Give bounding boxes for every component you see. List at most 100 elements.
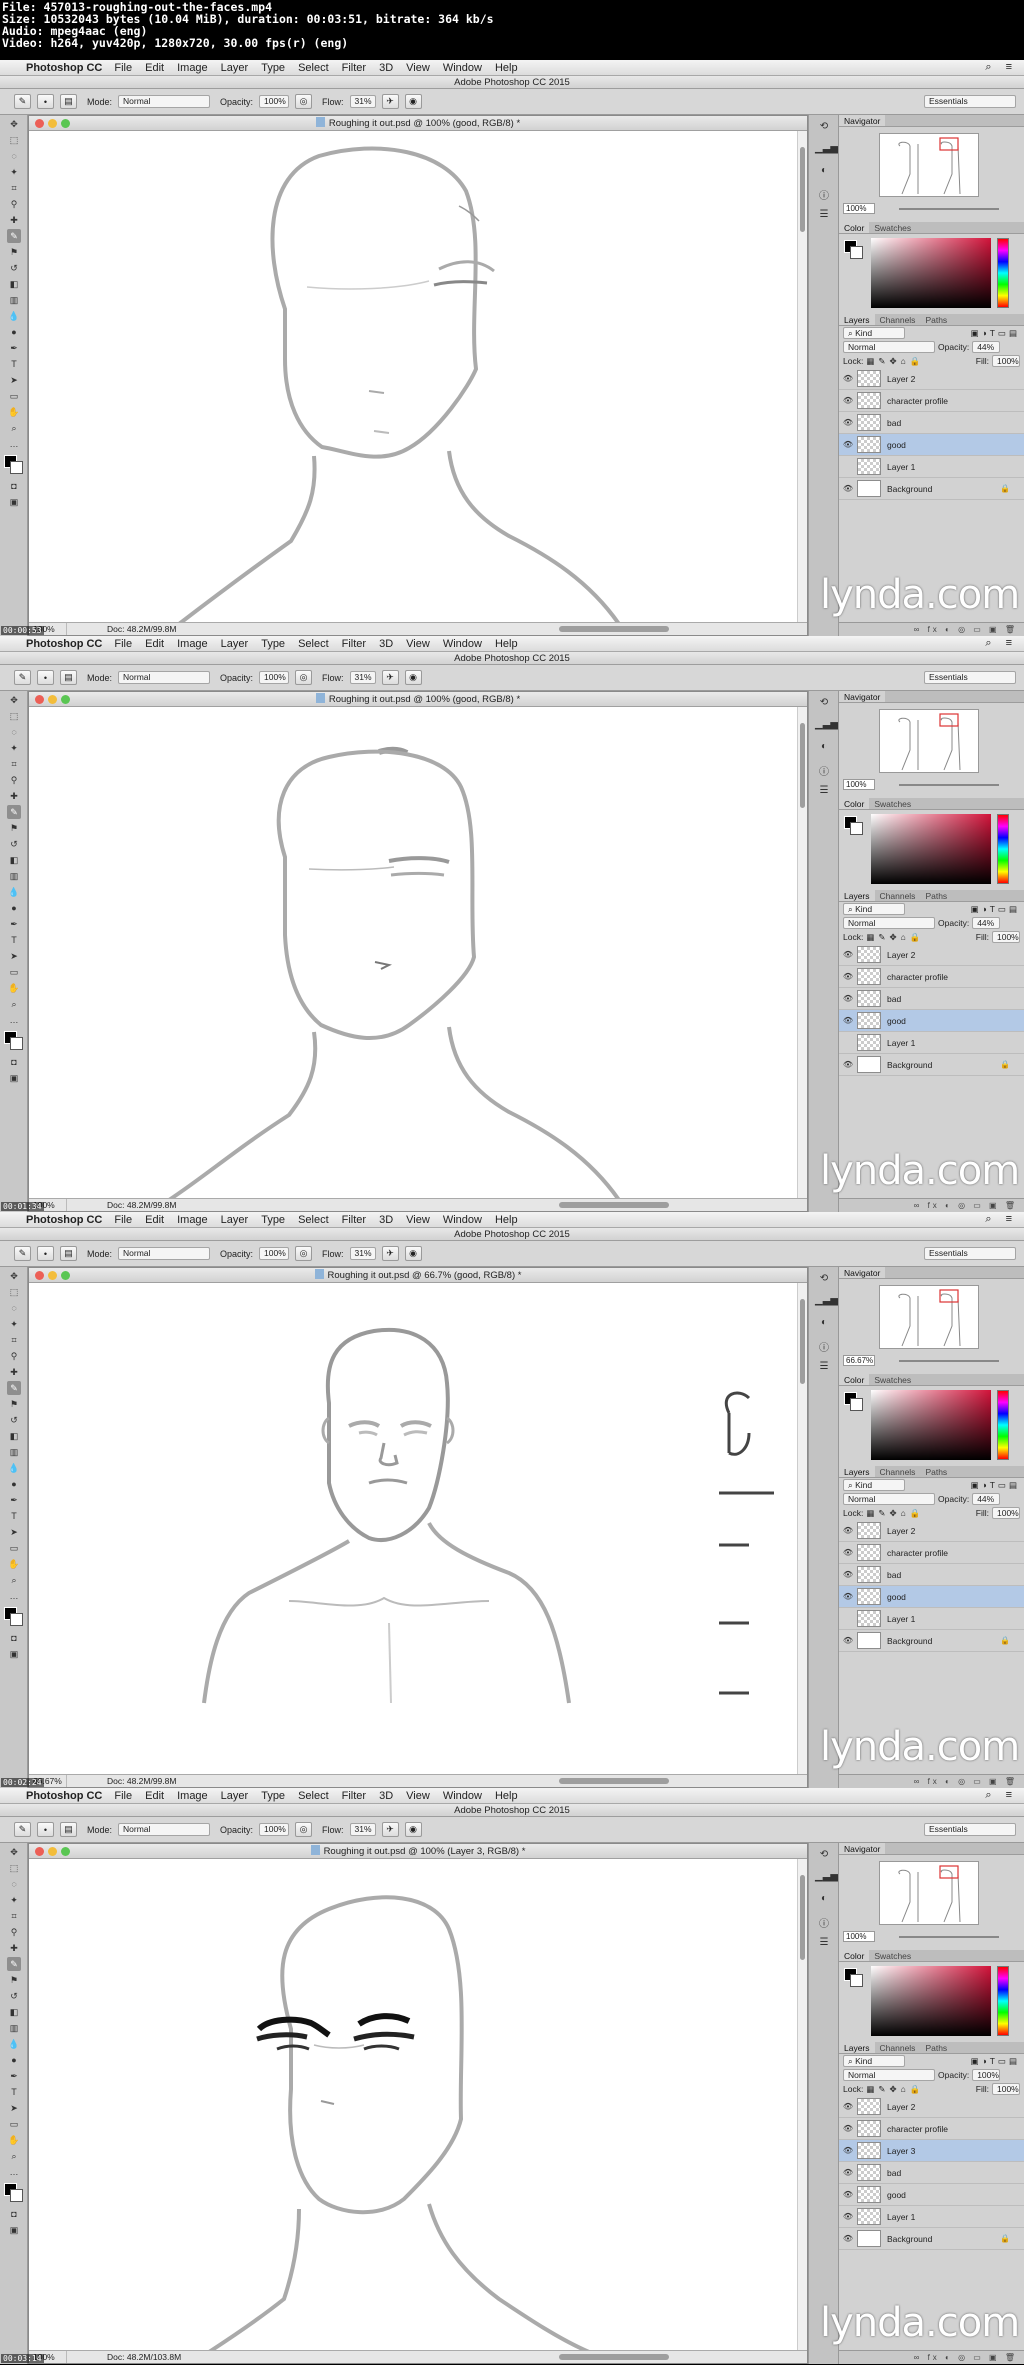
menu-item-image[interactable]: Image: [177, 1214, 208, 1226]
canvas[interactable]: [29, 1859, 799, 2354]
menu-item-image[interactable]: Image: [177, 638, 208, 650]
screen-mode-icon[interactable]: ▣: [7, 2223, 21, 2237]
list-icon[interactable]: ≡: [1006, 61, 1012, 74]
quick-mask-icon[interactable]: ◘: [7, 479, 21, 493]
layer-filter-select[interactable]: ⌕ Kind: [843, 2055, 905, 2067]
layer-name[interactable]: bad: [887, 994, 901, 1004]
layer-opacity-field[interactable]: 100%: [972, 2069, 1001, 2081]
brush-size-icon[interactable]: •: [37, 1246, 54, 1261]
tab-layers[interactable]: Layers: [839, 2042, 875, 2053]
quick-select-tool-icon[interactable]: ✦: [7, 165, 21, 179]
menu-item-view[interactable]: View: [406, 1214, 430, 1226]
menu-item-3d[interactable]: 3D: [379, 638, 393, 650]
layer-name[interactable]: character profile: [887, 396, 948, 406]
scroll-thumb[interactable]: [800, 723, 805, 808]
more-tools-icon[interactable]: …: [7, 1589, 21, 1603]
layer-thumbnail[interactable]: [857, 370, 881, 387]
menu-item-3d[interactable]: 3D: [379, 62, 393, 74]
blur-tool-icon[interactable]: 💧: [7, 2037, 21, 2051]
fill-field[interactable]: 100%: [992, 2083, 1020, 2095]
quick-select-tool-icon[interactable]: ✦: [7, 1893, 21, 1907]
histogram-icon[interactable]: ▁▃▅: [815, 1295, 838, 1311]
layer-thumbnail[interactable]: [857, 392, 881, 409]
background-color-swatch[interactable]: [10, 461, 23, 474]
hue-slider[interactable]: [997, 1966, 1009, 2036]
layer-name[interactable]: good: [887, 1016, 906, 1026]
app-name[interactable]: Photoshop CC: [26, 1214, 102, 1226]
gradient-tool-icon[interactable]: ▥: [7, 2021, 21, 2035]
vertical-scrollbar[interactable]: [797, 1859, 807, 2352]
layer-name[interactable]: good: [887, 2190, 906, 2200]
tab-swatches[interactable]: Swatches: [869, 1374, 916, 1385]
visibility-eye-icon[interactable]: 👁: [839, 1060, 857, 1069]
navigator-preview[interactable]: [879, 1861, 979, 1925]
layer-thumbnail[interactable]: [857, 2186, 881, 2203]
move-tool-icon[interactable]: ✥: [7, 117, 21, 131]
menu-item-layer[interactable]: Layer: [221, 1790, 249, 1802]
fill-field[interactable]: 100%: [992, 931, 1020, 943]
vertical-scrollbar[interactable]: [797, 707, 807, 1200]
layer-thumbnail[interactable]: [857, 1588, 881, 1605]
brush-tool-icon[interactable]: ✎: [7, 1381, 21, 1395]
pressure-opacity-icon[interactable]: ◎: [295, 1246, 313, 1261]
app-name[interactable]: Photoshop CC: [26, 62, 102, 74]
flow-field[interactable]: 31%: [349, 95, 376, 108]
navigator-zoom-field[interactable]: 100%: [843, 779, 875, 790]
brush-preset-icon[interactable]: ✎: [14, 1822, 31, 1837]
eyedropper-tool-icon[interactable]: ⚲: [7, 197, 21, 211]
zoom-window-icon[interactable]: [61, 695, 70, 704]
brush-preset-icon[interactable]: ✎: [14, 1246, 31, 1261]
tab-layers[interactable]: Layers: [839, 890, 875, 901]
layer-row[interactable]: 👁 Background 🔒: [839, 478, 1024, 500]
history-brush-tool-icon[interactable]: ↺: [7, 1989, 21, 2003]
layer-row[interactable]: 👁 character profile: [839, 1542, 1024, 1564]
layer-name[interactable]: bad: [887, 1570, 901, 1580]
layer-name[interactable]: Layer 2: [887, 2102, 915, 2112]
menu-item-edit[interactable]: Edit: [145, 1790, 164, 1802]
doc-size-info[interactable]: Doc: 48.2M/99.8M: [67, 1199, 187, 1211]
history-brush-tool-icon[interactable]: ↺: [7, 261, 21, 275]
flow-field[interactable]: 31%: [349, 671, 376, 684]
history-icon[interactable]: ⟲: [815, 121, 833, 137]
visibility-eye-icon[interactable]: 👁: [839, 2190, 857, 2199]
horizontal-scrollbar[interactable]: [559, 1202, 669, 1208]
lasso-tool-icon[interactable]: ◌: [7, 1301, 21, 1315]
menu-item-help[interactable]: Help: [495, 62, 518, 74]
color-swatches[interactable]: [4, 2183, 24, 2203]
pressure-size-icon[interactable]: ◉: [404, 670, 422, 685]
menu-item-file[interactable]: File: [114, 638, 132, 650]
menu-item-window[interactable]: Window: [443, 1214, 482, 1226]
search-icon[interactable]: ⌕: [985, 1789, 991, 1802]
zoom-tool-icon[interactable]: ⌕: [7, 997, 21, 1011]
navigator-zoom-field[interactable]: 100%: [843, 203, 875, 214]
layer-actions-icons[interactable]: ∞ fx ◐ ◎ ▭ ▣ 🗑: [914, 625, 1018, 634]
layer-row[interactable]: 👁 character profile: [839, 966, 1024, 988]
scroll-thumb[interactable]: [800, 1299, 805, 1384]
menu-item-type[interactable]: Type: [261, 62, 285, 74]
panel-background-swatch[interactable]: [850, 1398, 863, 1411]
layer-name[interactable]: Layer 3: [887, 2146, 915, 2156]
layer-name[interactable]: Layer 1: [887, 2212, 915, 2222]
menu-item-image[interactable]: Image: [177, 62, 208, 74]
layer-row[interactable]: 👁 good: [839, 2184, 1024, 2206]
dodge-tool-icon[interactable]: ●: [7, 325, 21, 339]
canvas[interactable]: [29, 707, 799, 1202]
visibility-eye-icon[interactable]: 👁: [839, 2124, 857, 2133]
brush-size-icon[interactable]: •: [37, 94, 54, 109]
layer-row[interactable]: 👁 Background 🔒: [839, 2228, 1024, 2250]
pressure-size-icon[interactable]: ◉: [404, 1246, 422, 1261]
vertical-scrollbar[interactable]: [797, 131, 807, 624]
menu-item-layer[interactable]: Layer: [221, 62, 249, 74]
menu-item-select[interactable]: Select: [298, 638, 329, 650]
horizontal-scrollbar[interactable]: [559, 1778, 669, 1784]
layer-name[interactable]: bad: [887, 2168, 901, 2178]
doc-size-info[interactable]: Doc: 48.2M/103.8M: [67, 2351, 187, 2363]
app-name[interactable]: Photoshop CC: [26, 638, 102, 650]
healing-tool-icon[interactable]: ✚: [7, 1365, 21, 1379]
layer-thumbnail[interactable]: [857, 990, 881, 1007]
layer-name[interactable]: character profile: [887, 972, 948, 982]
menu-item-filter[interactable]: Filter: [342, 638, 366, 650]
menu-item-file[interactable]: File: [114, 62, 132, 74]
horizontal-scrollbar[interactable]: [559, 626, 669, 632]
layer-row[interactable]: 👁 Layer 2: [839, 368, 1024, 390]
